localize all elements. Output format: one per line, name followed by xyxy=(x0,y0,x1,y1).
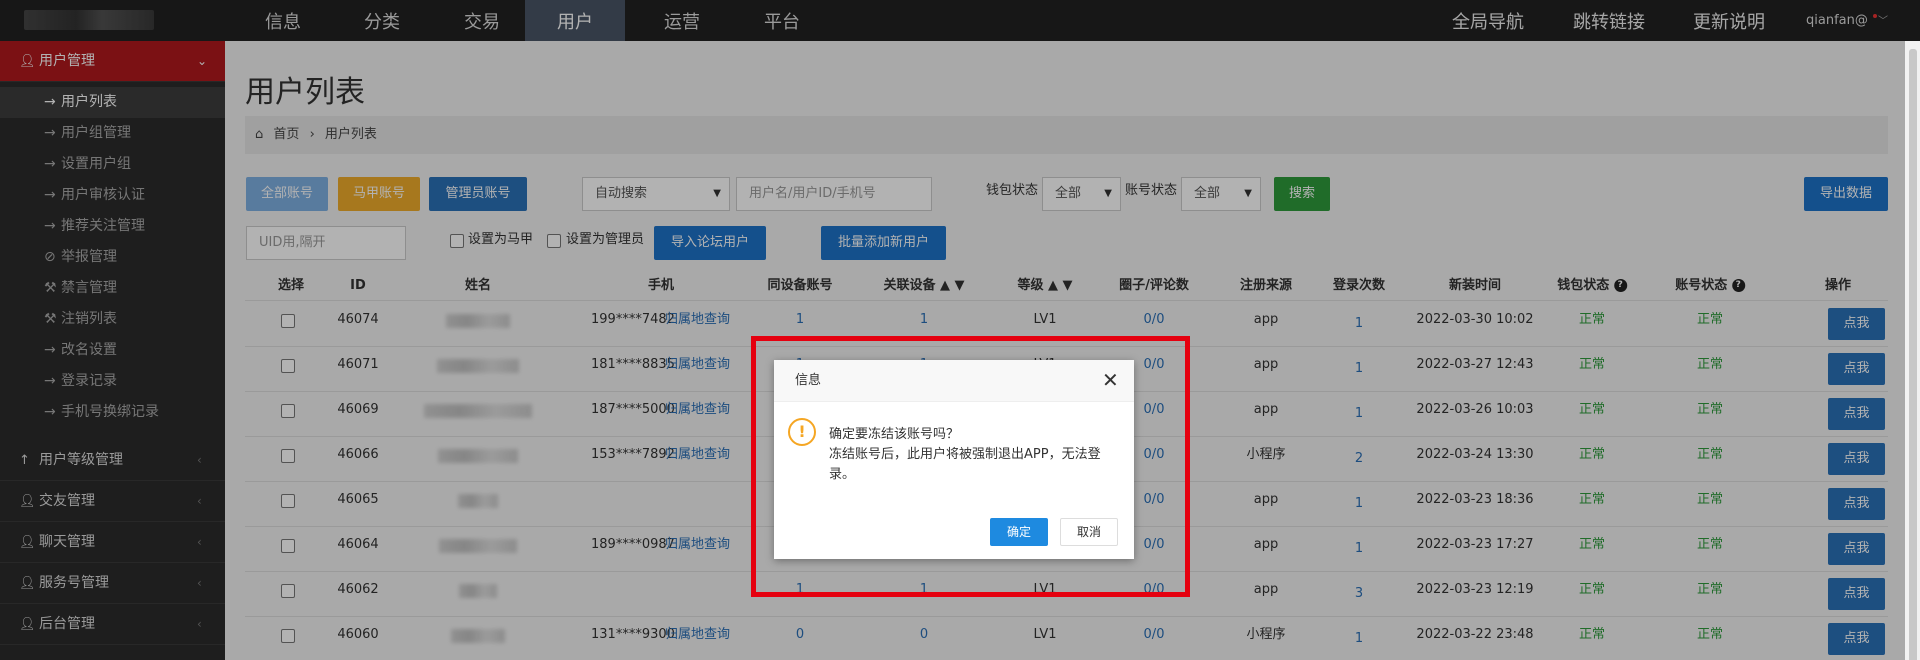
dialog-header: 信息 ✕ xyxy=(774,360,1134,402)
cancel-button[interactable]: 取消 xyxy=(1060,518,1118,546)
dialog-message: 冻结账号后，此用户将被强制退出APP，无法登录。 xyxy=(829,447,1101,482)
dialog-title: 信息 xyxy=(795,373,822,388)
warning-icon: ! xyxy=(788,418,816,446)
confirm-button[interactable]: 确定 xyxy=(990,518,1048,546)
scrollbar[interactable] xyxy=(1905,41,1920,660)
dialog-question: 确定要冻结该账号吗？ xyxy=(829,427,960,442)
close-icon[interactable]: ✕ xyxy=(1102,369,1119,391)
scrollbar-thumb[interactable] xyxy=(1909,49,1917,660)
confirm-dialog: 信息 ✕ ! 确定要冻结该账号吗？ 冻结账号后，此用户将被强制退出APP，无法登… xyxy=(774,360,1134,559)
